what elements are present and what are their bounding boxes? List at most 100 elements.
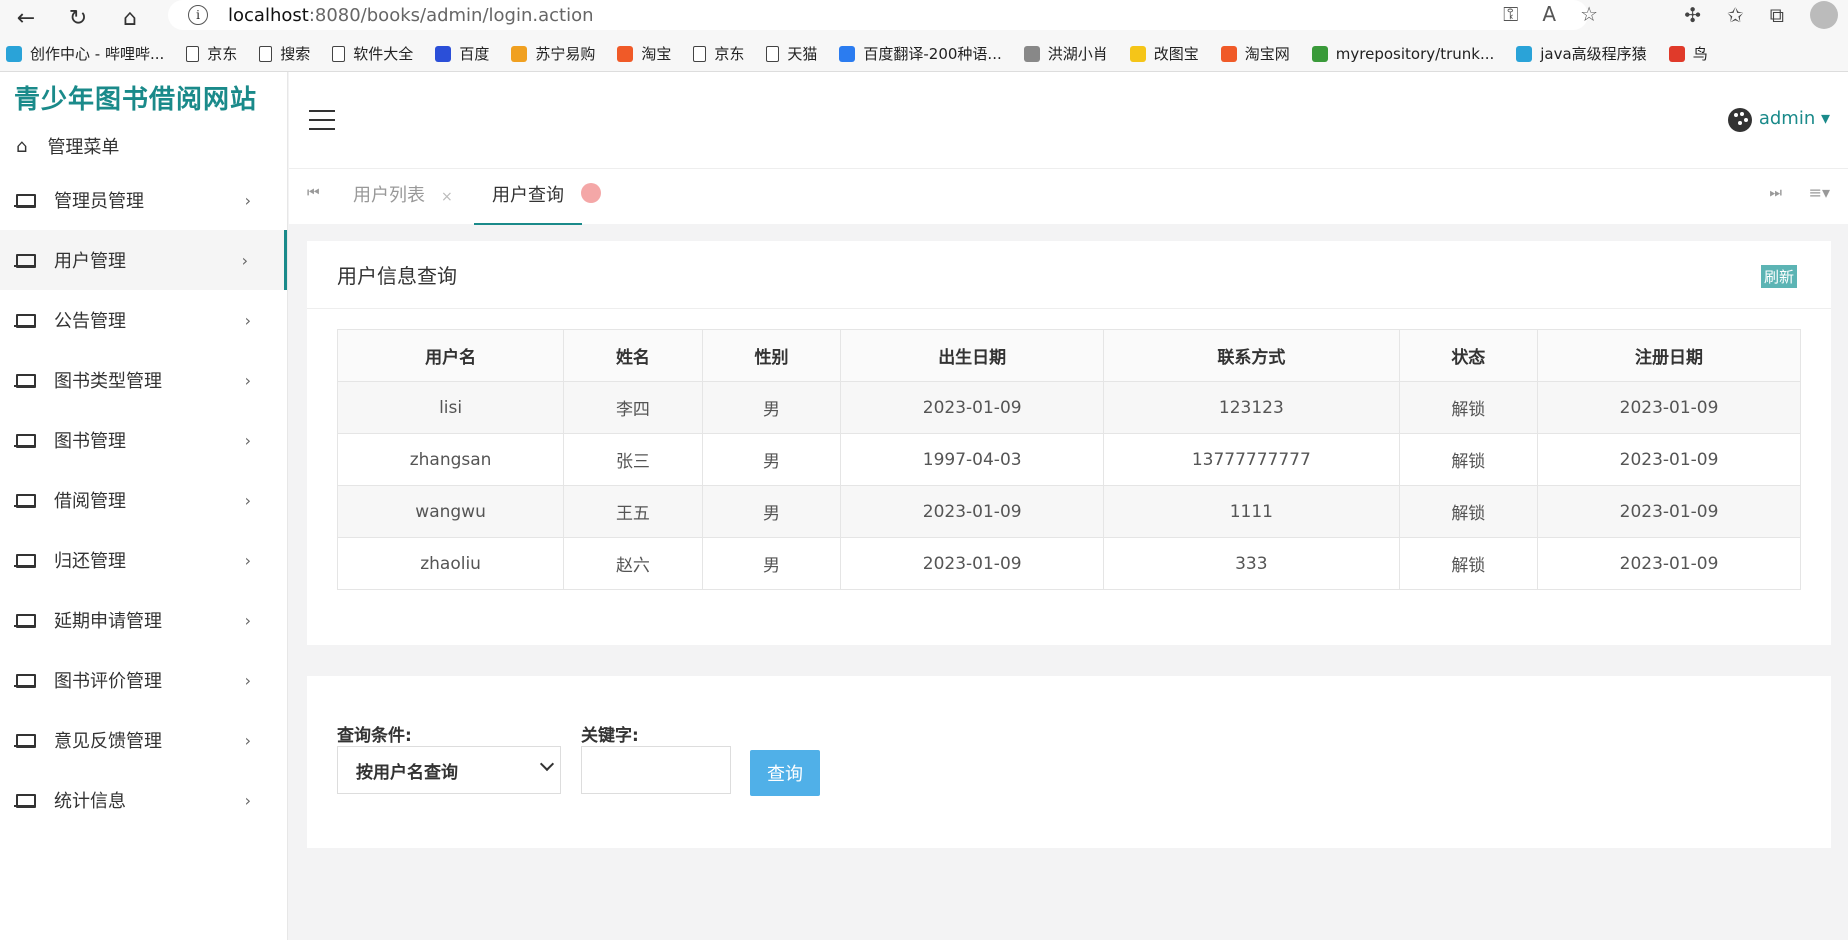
tab-scroll-left-icon[interactable]: ⏮	[307, 185, 320, 201]
chevron-right-icon: ›	[244, 430, 251, 450]
collections-icon[interactable]: ⧉	[1770, 3, 1784, 27]
column-header: 注册日期	[1537, 329, 1801, 382]
bookmark-label: 淘宝	[641, 45, 672, 63]
table-cell: lisi	[336, 381, 565, 434]
tab-options-icon[interactable]: ≡▾	[1809, 183, 1830, 202]
bookmark-label: 改图宝	[1153, 45, 1199, 63]
tab-user-list[interactable]: 用户列表 ×	[353, 181, 453, 225]
chevron-right-icon: ›	[244, 190, 251, 210]
bookmark-item[interactable]: 鸟	[1668, 43, 1708, 64]
column-header: 用户名	[336, 329, 565, 382]
reload-icon[interactable]: ↻	[52, 0, 104, 36]
tab-scroll-right-icon[interactable]: ⏭	[1769, 185, 1782, 201]
bookmark-item[interactable]: 天猫	[766, 43, 817, 64]
bookmark-item[interactable]: java高级程序猿	[1516, 43, 1647, 64]
bookmark-item[interactable]: 改图宝	[1129, 43, 1199, 64]
tab-user-query[interactable]: 用户查询	[474, 181, 582, 225]
bookmark-item[interactable]: 苏宁易购	[511, 43, 595, 64]
site-favicon-icon	[1311, 45, 1328, 62]
bookmark-item[interactable]: 京东	[186, 43, 237, 64]
sidebar-menu-item[interactable]: 意见反馈管理 ›	[0, 710, 287, 770]
bookmark-label: 软件大全	[353, 45, 414, 63]
url-path: :8080/books/admin/login.action	[308, 4, 594, 26]
bookmark-item[interactable]: 搜索	[259, 43, 310, 64]
bookmark-item[interactable]: 淘宝	[617, 43, 671, 64]
favorites-icon[interactable]: ✩	[1727, 3, 1744, 27]
sidebar-menu-item[interactable]: 图书类型管理 ›	[0, 350, 287, 410]
column-header: 状态	[1398, 329, 1539, 382]
address-bar[interactable]: i localhost:8080/books/admin/login.actio…	[168, 0, 1588, 30]
chevron-right-icon: ›	[244, 670, 251, 690]
bookmark-label: 百度	[459, 45, 490, 63]
sidebar-menu-label: 延期申请管理	[54, 611, 162, 632]
laptop-icon	[14, 193, 38, 208]
chevron-right-icon: ›	[241, 250, 248, 270]
sidebar-menu-item[interactable]: 统计信息 ›	[0, 770, 287, 830]
home-icon[interactable]: ⌂	[104, 0, 156, 36]
keyword-input[interactable]	[581, 746, 731, 794]
bookmark-item[interactable]: myrepository/trunk...	[1311, 45, 1494, 63]
sidebar-menu-item[interactable]: 图书评价管理 ›	[0, 650, 287, 710]
bookmark-item[interactable]: 京东	[693, 43, 744, 64]
table-row: lisi 李四男 2023-01-09 123123 解锁 2023-01-09	[336, 381, 1801, 434]
bookmark-label: 京东	[714, 45, 745, 63]
read-aloud-icon[interactable]: A	[1542, 2, 1556, 26]
back-icon[interactable]: ←	[0, 0, 52, 36]
table-cell: 男	[701, 433, 842, 486]
table-cell: zhangsan	[336, 433, 565, 486]
site-favicon-icon	[617, 45, 634, 62]
chevron-right-icon: ›	[244, 790, 251, 810]
laptop-icon	[14, 673, 38, 688]
bookmark-label: 天猫	[787, 45, 818, 63]
table-cell: 张三	[563, 433, 703, 486]
table-cell: 男	[701, 537, 842, 590]
laptop-icon	[14, 313, 38, 328]
sidebar-menu-item[interactable]: 用户管理 ›	[0, 230, 287, 290]
bookmark-label: 淘宝网	[1244, 45, 1290, 63]
condition-select[interactable]: 按用户名查询	[337, 746, 561, 794]
sidebar-menu-label: 图书管理	[54, 431, 126, 452]
laptop-icon	[14, 733, 38, 748]
bookmark-label: 洪湖小肖	[1047, 45, 1108, 63]
table-cell: 1111	[1103, 485, 1400, 538]
close-icon[interactable]: ×	[441, 189, 453, 205]
sidebar-menu-item[interactable]: 延期申请管理 ›	[0, 590, 287, 650]
table-cell: 13777777777	[1103, 433, 1400, 486]
bookmark-item[interactable]: 百度翻译-200种语...	[839, 43, 1002, 64]
chevron-right-icon: ›	[244, 370, 251, 390]
bookmark-item[interactable]: 百度	[435, 43, 489, 64]
key-icon[interactable]: ⚿	[1503, 2, 1518, 26]
table-cell: 2023-01-09	[1537, 433, 1801, 486]
sidebar-menu-item[interactable]: 公告管理 ›	[0, 290, 287, 350]
sidebar-menu-item[interactable]: 管理员管理 ›	[0, 170, 287, 230]
info-icon[interactable]: i	[188, 5, 208, 25]
table-cell: 赵六	[563, 537, 703, 590]
table-cell: 解锁	[1398, 485, 1539, 538]
bookmark-label: 百度翻译-200种语...	[863, 45, 1002, 63]
user-menu[interactable]: admin ▾	[1759, 108, 1830, 129]
laptop-icon	[14, 613, 38, 628]
table-cell: 123123	[1103, 381, 1400, 434]
bookmark-item[interactable]: 淘宝网	[1220, 43, 1290, 64]
table-cell: wangwu	[336, 485, 565, 538]
bookmark-label: 京东	[207, 45, 238, 63]
favorite-add-icon[interactable]: ☆	[1580, 2, 1598, 26]
bookmark-item[interactable]: 创作中心 - 哔哩哔...	[6, 43, 164, 64]
sidebar-menu-item[interactable]: 借阅管理 ›	[0, 470, 287, 530]
bookmark-item[interactable]: 软件大全	[332, 43, 413, 64]
table-cell: 解锁	[1398, 381, 1539, 434]
sidebar-menu-label: 统计信息	[54, 791, 126, 812]
menu-toggle-icon[interactable]	[309, 110, 335, 130]
query-button[interactable]: 查询	[750, 750, 820, 796]
tabs-bar: ⏮ 用户列表 × 用户查询 ⏭ ≡▾	[289, 168, 1848, 225]
bookmark-item[interactable]: 洪湖小肖	[1023, 43, 1108, 64]
sidebar-menu-item[interactable]: 图书管理 ›	[0, 410, 287, 470]
site-favicon-icon	[6, 45, 22, 62]
profile-avatar[interactable]	[1810, 1, 1838, 29]
sidebar-menu-item[interactable]: 归还管理 ›	[0, 530, 287, 590]
sidebar-menu-label: 图书评价管理	[54, 671, 162, 692]
refresh-button[interactable]: 刷新	[1760, 265, 1797, 288]
extensions-icon[interactable]: ✣	[1684, 3, 1701, 27]
theme-palette-icon[interactable]	[1728, 108, 1752, 132]
chevron-right-icon: ›	[244, 550, 251, 570]
